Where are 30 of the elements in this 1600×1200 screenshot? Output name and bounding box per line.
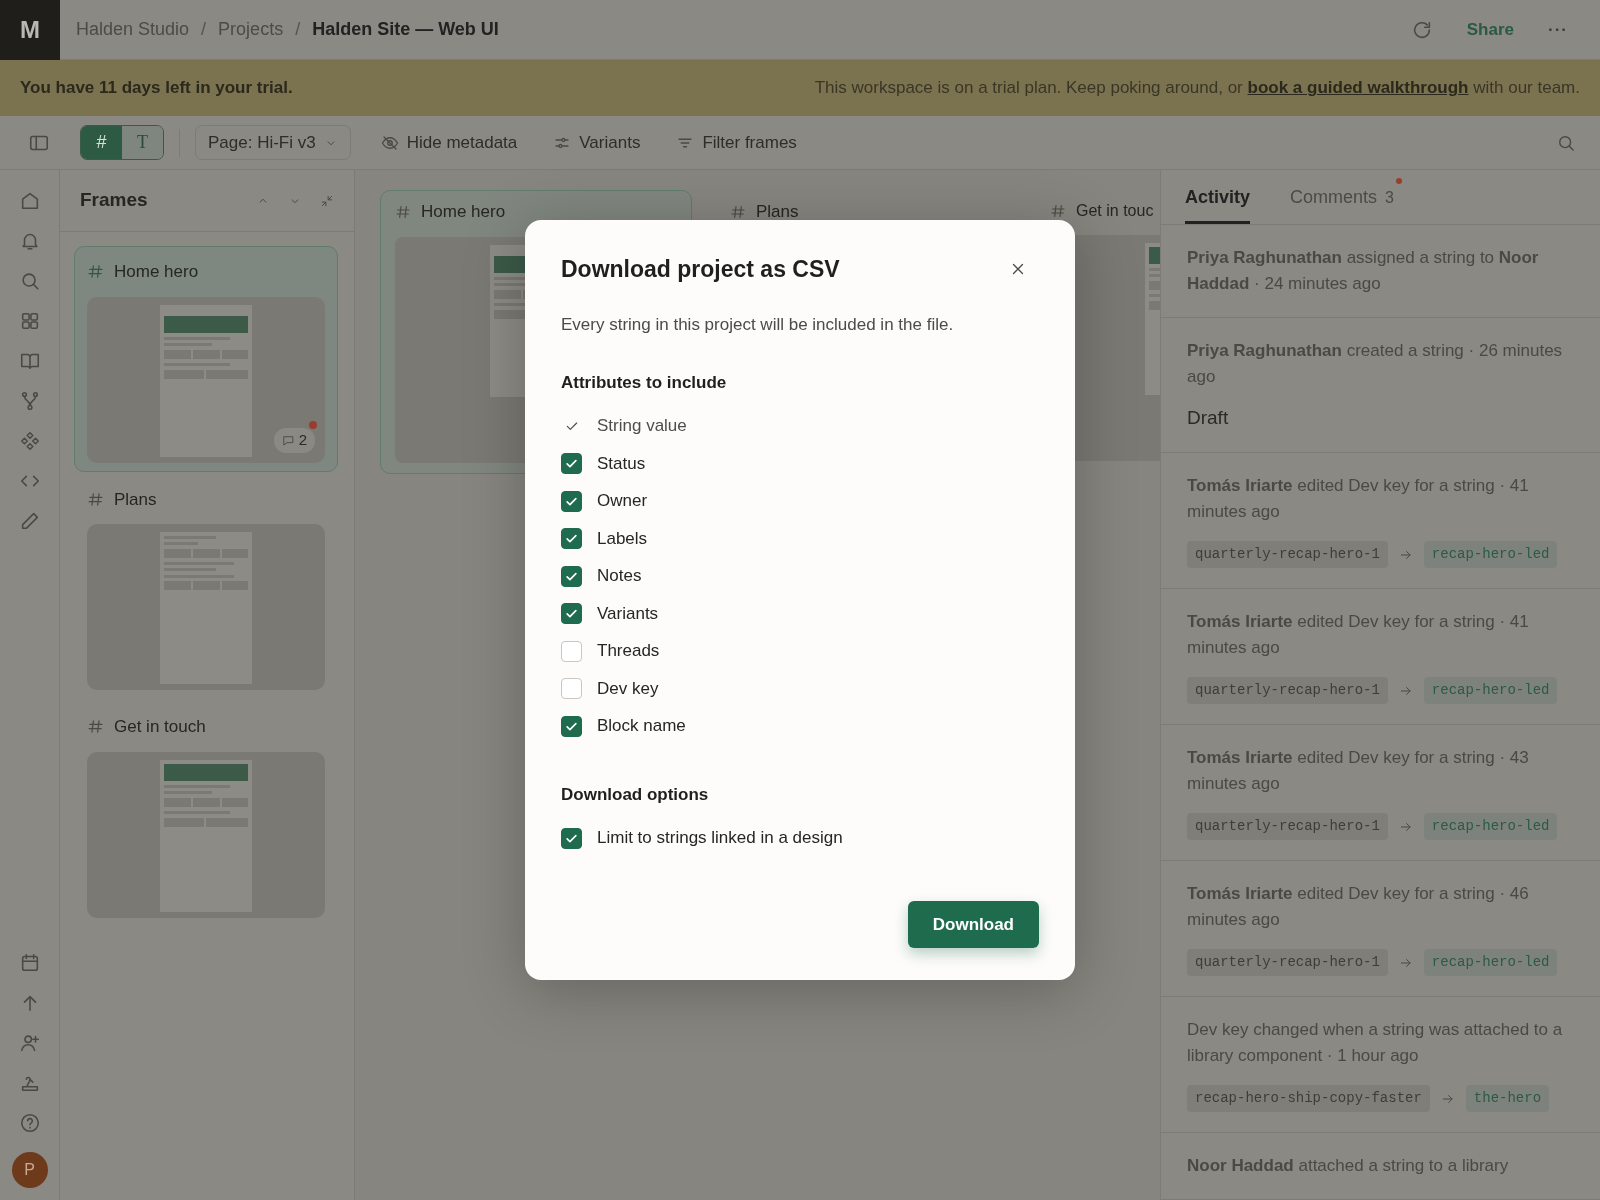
trial-note: This workspace is on a trial plan. Keep poking around, or book a guided walkthrough with our team. xyxy=(814,77,1580,100)
new-key: the-hero xyxy=(1465,1085,1550,1112)
breadcrumb-separator: / xyxy=(201,18,207,41)
old-key: quarterly-recap-hero-1 xyxy=(1187,541,1388,568)
dialog-title: Download project as CSV xyxy=(561,256,840,284)
activity-text: Noor Haddad attached a string to a library xyxy=(1187,1155,1510,1177)
old-key: recap-hero-ship-copy-faster xyxy=(1187,1085,1430,1112)
section-heading: Attributes to include xyxy=(561,373,728,394)
activity-text: Dev key changed when a string was attached to a library component · 1 hour ago xyxy=(1187,1019,1564,1067)
new-key: recap-hero-led xyxy=(1423,813,1558,840)
project-title: Halden Site — Web UI xyxy=(312,18,499,41)
string-status: Draft xyxy=(1187,405,1230,430)
panel-title: Frames xyxy=(80,189,148,212)
new-key: recap-hero-led xyxy=(1423,541,1558,568)
option-label: String value xyxy=(597,415,687,438)
new-key: recap-hero-led xyxy=(1423,677,1558,704)
activity-text: Tomás Iriarte edited Dev key for a string · 43 minutes ago xyxy=(1187,747,1530,795)
old-key: quarterly-recap-hero-1 xyxy=(1187,677,1388,704)
activity-text: Tomás Iriarte edited Dev key for a string · 41 minutes ago xyxy=(1187,611,1530,659)
activity-text: Priya Raghunathan assigned a string to Noor Haddad · 24 minutes ago xyxy=(1187,246,1540,295)
old-key: quarterly-recap-hero-1 xyxy=(1187,813,1388,840)
trial-message: You have 11 days left in your trial. xyxy=(20,77,293,100)
new-key: recap-hero-led xyxy=(1423,949,1558,976)
dialog-description: Every string in this project will be included in the file. xyxy=(561,313,955,336)
activity-text: Priya Raghunathan created a string · 26 minutes ago xyxy=(1187,339,1564,388)
section-heading: Download options xyxy=(561,785,710,806)
old-key: quarterly-recap-hero-1 xyxy=(1187,949,1388,976)
activity-text: Tomás Iriarte edited Dev key for a string · 46 minutes ago xyxy=(1187,883,1530,931)
breadcrumb-separator: / xyxy=(295,18,301,41)
activity-text: Tomás Iriarte edited Dev key for a string · 41 minutes ago xyxy=(1187,475,1530,523)
